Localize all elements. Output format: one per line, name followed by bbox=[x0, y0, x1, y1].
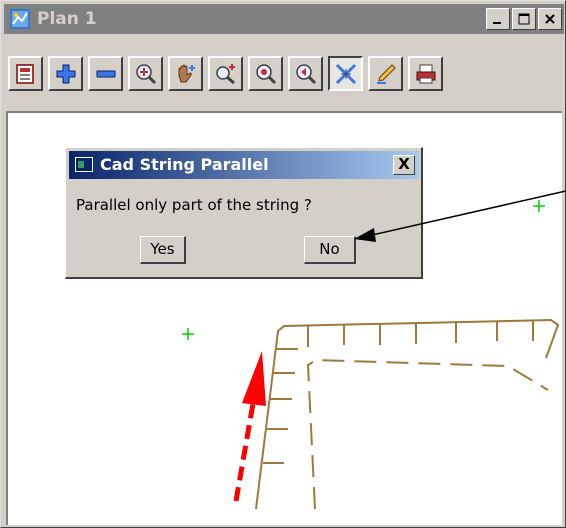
window-title: Plan 1 bbox=[37, 9, 97, 29]
dialog-title: Cad String Parallel bbox=[100, 155, 269, 174]
pan-hand-icon bbox=[178, 64, 195, 82]
window-titlebar[interactable]: Plan 1 bbox=[4, 4, 564, 34]
parallel-string bbox=[306, 358, 549, 510]
minimize-icon bbox=[493, 22, 501, 24]
edit-button[interactable] bbox=[368, 56, 403, 91]
plot-button[interactable] bbox=[8, 56, 43, 91]
minimize-button[interactable] bbox=[486, 8, 510, 30]
cursor-cross-button[interactable] bbox=[328, 56, 363, 91]
zoom-previous-icon bbox=[295, 63, 316, 84]
zoom-out-button[interactable] bbox=[88, 56, 123, 91]
maximize-icon bbox=[518, 13, 530, 25]
point-marker bbox=[533, 200, 545, 212]
dialog-app-icon bbox=[75, 157, 93, 172]
zoom-button[interactable] bbox=[128, 56, 163, 91]
plan-view-icon bbox=[10, 9, 30, 29]
cad-string-parallel-dialog: Cad String Parallel X Parallel only part… bbox=[65, 147, 423, 279]
dialog-close-button[interactable]: X bbox=[393, 155, 415, 175]
plus-icon bbox=[56, 64, 75, 83]
point-marker bbox=[182, 328, 194, 340]
pen-icon bbox=[376, 63, 396, 84]
no-button[interactable]: No bbox=[304, 236, 356, 264]
close-button[interactable] bbox=[538, 8, 562, 30]
print-button[interactable] bbox=[408, 56, 443, 91]
zoom-previous-button[interactable] bbox=[288, 56, 323, 91]
zoom-magnifier-icon bbox=[135, 63, 156, 84]
cursor-cross-icon bbox=[335, 63, 356, 84]
close-icon bbox=[545, 14, 555, 24]
maximize-button[interactable] bbox=[512, 8, 536, 30]
zoom-box-button[interactable] bbox=[208, 56, 243, 91]
yes-button[interactable]: Yes bbox=[140, 236, 186, 264]
cad-string bbox=[255, 318, 560, 510]
print-icon bbox=[416, 64, 435, 83]
zoom-box-icon bbox=[215, 63, 235, 84]
plot-icon bbox=[15, 63, 34, 84]
direction-arrow bbox=[233, 351, 266, 502]
dialog-message: Parallel only part of the string ? bbox=[76, 196, 312, 214]
plan-window: Plan 1 Cad String Parallel X Parallel on… bbox=[0, 0, 566, 528]
zoom-extents-button[interactable] bbox=[248, 56, 283, 91]
pan-button[interactable] bbox=[168, 56, 203, 91]
dialog-titlebar[interactable]: Cad String Parallel X bbox=[69, 151, 419, 179]
zoom-extents-icon bbox=[255, 63, 276, 84]
toolbar bbox=[4, 38, 564, 106]
zoom-in-button[interactable] bbox=[48, 56, 83, 91]
minus-icon bbox=[96, 70, 115, 77]
